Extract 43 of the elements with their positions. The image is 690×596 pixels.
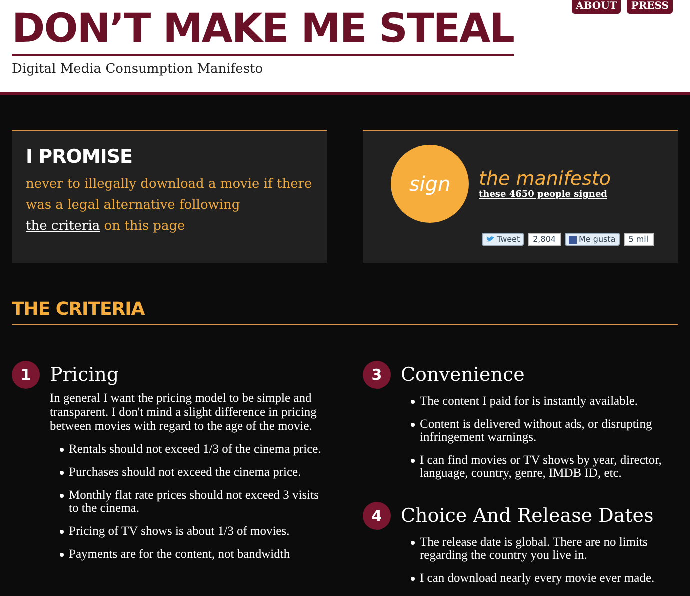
criterion-point: Purchases should not exceed the cinema price. — [69, 466, 302, 479]
promise-text: never to illegally download a movie if there was a legal alternative following the criteria on this page — [26, 176, 313, 236]
signers-link[interactable]: these 4650 people signed — [479, 190, 612, 200]
criterion-point: Monthly flat rate prices should not exceed 3 visits to the cinema. — [69, 489, 320, 515]
bullet-icon — [60, 530, 64, 534]
like-count: 5 mil — [624, 233, 654, 246]
site-subtitle: Digital Media Consumption Manifesto — [12, 62, 264, 77]
criterion-point: Rentals should not exceed 1/3 of the cinema price. — [69, 443, 322, 456]
bullet-icon — [411, 423, 415, 427]
criterion-point: The content I paid for is instantly available. — [420, 395, 638, 408]
criterion-title: Convenience — [401, 363, 526, 388]
criterion-number: 3 — [363, 361, 391, 389]
promise-heading: I PROMISE — [26, 146, 134, 168]
criterion-point: Payments are for the content, not bandwidth — [69, 548, 290, 561]
criterion-point: I can download nearly every movie ever made. — [420, 572, 655, 585]
bullet-icon — [60, 471, 64, 475]
tweet-button[interactable]: Tweet — [482, 233, 524, 246]
criteria-link[interactable]: the criteria — [26, 219, 100, 234]
criterion-point: Content is delivered without ads, or disrupting infringement warnings. — [420, 418, 654, 444]
criterion-point: The release date is global. There are no limits regarding the country you live in. — [420, 536, 649, 562]
tweet-count: 2,804 — [528, 233, 561, 246]
criterion-intro: In general I want the pricing model to be simple and transparent. I don't mind a slight difference in pricing between movies with regard to the age of the movie. — [50, 391, 318, 433]
criterion-number: 1 — [12, 361, 40, 389]
bullet-icon — [60, 448, 64, 452]
criterion-title: Choice And Release Dates — [401, 504, 655, 529]
criterion-title: Pricing — [50, 363, 120, 388]
criterion-number: 4 — [363, 502, 391, 530]
bullet-icon — [60, 494, 64, 498]
nav-link[interactable]: ABOUT — [572, 0, 622, 14]
sign-heading: the manifesto — [479, 168, 612, 190]
bird-icon — [486, 236, 495, 243]
facebook-icon — [569, 236, 577, 244]
like-button[interactable]: Me gusta — [565, 233, 620, 246]
criterion-point: I can find movies or TV shows by year, director, language, country, genre, IMDB ID, etc. — [420, 454, 663, 480]
site-title: DON’T MAKE ME STEAL — [12, 0, 514, 56]
nav-link[interactable]: PRESS — [627, 0, 673, 14]
criterion-point: Pricing of TV shows is about 1/3 of movies. — [69, 525, 290, 538]
bullet-icon — [60, 553, 64, 557]
bullet-icon — [411, 541, 415, 545]
criteria-heading: THE CRITERIA — [12, 299, 678, 325]
bullet-icon — [411, 577, 415, 581]
bullet-icon — [411, 400, 415, 404]
bullet-icon — [411, 459, 415, 463]
